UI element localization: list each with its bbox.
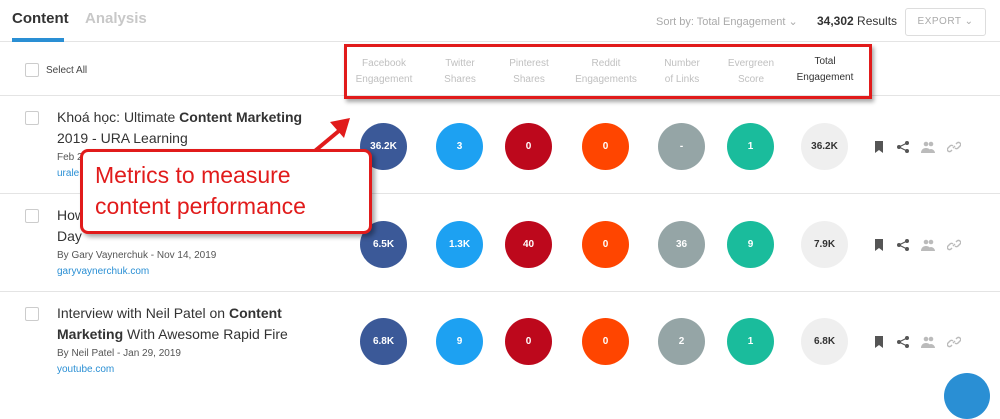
users-icon[interactable] [921,238,935,252]
results-word: Results [857,14,898,28]
title-text: 2019 - URA Learning [57,130,188,146]
article-domain[interactable]: youtube.com [57,364,114,375]
article-title[interactable]: Interview with Neil Patel on Content Mar… [57,303,317,345]
metric-evergreen[interactable]: 1 [727,318,774,365]
metric-total[interactable]: 7.9K [801,221,848,268]
results-number: 34,302 [817,14,854,28]
metric-links[interactable]: 2 [658,318,705,365]
metric-pinterest[interactable]: 0 [505,318,552,365]
row-checkbox[interactable] [25,307,39,321]
metric-total[interactable]: 6.8K [801,318,848,365]
metric-links[interactable]: 36 [658,221,705,268]
select-all-label: Select All [46,65,88,76]
metric-twitter[interactable]: 3 [436,123,483,170]
title-keyword: Content Marketing [179,109,303,125]
metric-links[interactable]: - [658,123,705,170]
row-checkbox[interactable] [25,209,39,223]
article-title[interactable]: Khoá học: Ultimate Content Marketing 201… [57,107,317,149]
article-meta: By Gary Vaynerchuk - Nov 14, 2019 [57,250,217,261]
metric-total[interactable]: 36.2K [801,123,848,170]
metrics-highlight-box [344,44,872,99]
article-domain[interactable]: urale [57,168,79,179]
sort-dropdown[interactable]: Sort by: Total Engagement ⌄ [656,15,798,28]
link-icon[interactable] [947,140,961,154]
article-meta: Feb 2 [57,152,83,163]
bookmark-icon[interactable] [872,238,886,252]
results-count: 34,302 Results [817,14,897,28]
title-text: With Awesome Rapid Fire [123,326,288,342]
chat-widget-button[interactable] [944,373,990,419]
title-text: Day [57,228,82,244]
chevron-down-icon: ⌄ [788,16,798,28]
row-checkbox[interactable] [25,111,39,125]
callout-line: Metrics to measure [95,162,291,188]
tab-content[interactable]: Content [12,10,69,27]
bookmark-icon[interactable] [872,335,886,349]
article-domain[interactable]: garyvaynerchuk.com [57,266,149,277]
metric-pinterest[interactable]: 0 [505,123,552,170]
annotation-callout: Metrics to measure content performance [80,149,372,234]
users-icon[interactable] [921,335,935,349]
article-meta: By Neil Patel - Jan 29, 2019 [57,348,181,359]
metric-facebook[interactable]: 6.8K [360,318,407,365]
metric-twitter[interactable]: 1.3K [436,221,483,268]
link-icon[interactable] [947,238,961,252]
metric-reddit[interactable]: 0 [582,318,629,365]
share-icon[interactable] [896,335,910,349]
link-icon[interactable] [947,335,961,349]
metric-reddit[interactable]: 0 [582,221,629,268]
metric-evergreen[interactable]: 1 [727,123,774,170]
metric-pinterest[interactable]: 40 [505,221,552,268]
export-label: EXPORT [917,16,962,27]
callout-line: content performance [95,193,306,219]
select-all-checkbox[interactable] [25,63,39,77]
top-bar: Content Analysis Sort by: Total Engageme… [0,0,1000,42]
title-text: Khoá học: Ultimate [57,109,180,125]
metric-evergreen[interactable]: 9 [727,221,774,268]
share-icon[interactable] [896,238,910,252]
users-icon[interactable] [921,140,935,154]
tab-analysis[interactable]: Analysis [85,10,147,27]
chevron-down-icon: ⌄ [964,16,974,27]
share-icon[interactable] [896,140,910,154]
sort-label: Sort by: Total Engagement [656,16,786,28]
metric-reddit[interactable]: 0 [582,123,629,170]
table-row: Interview with Neil Patel on Content Mar… [0,292,1000,391]
metric-twitter[interactable]: 9 [436,318,483,365]
export-button[interactable]: EXPORT ⌄ [905,8,986,36]
bookmark-icon[interactable] [872,140,886,154]
title-text: Interview with Neil Patel on [57,305,229,321]
